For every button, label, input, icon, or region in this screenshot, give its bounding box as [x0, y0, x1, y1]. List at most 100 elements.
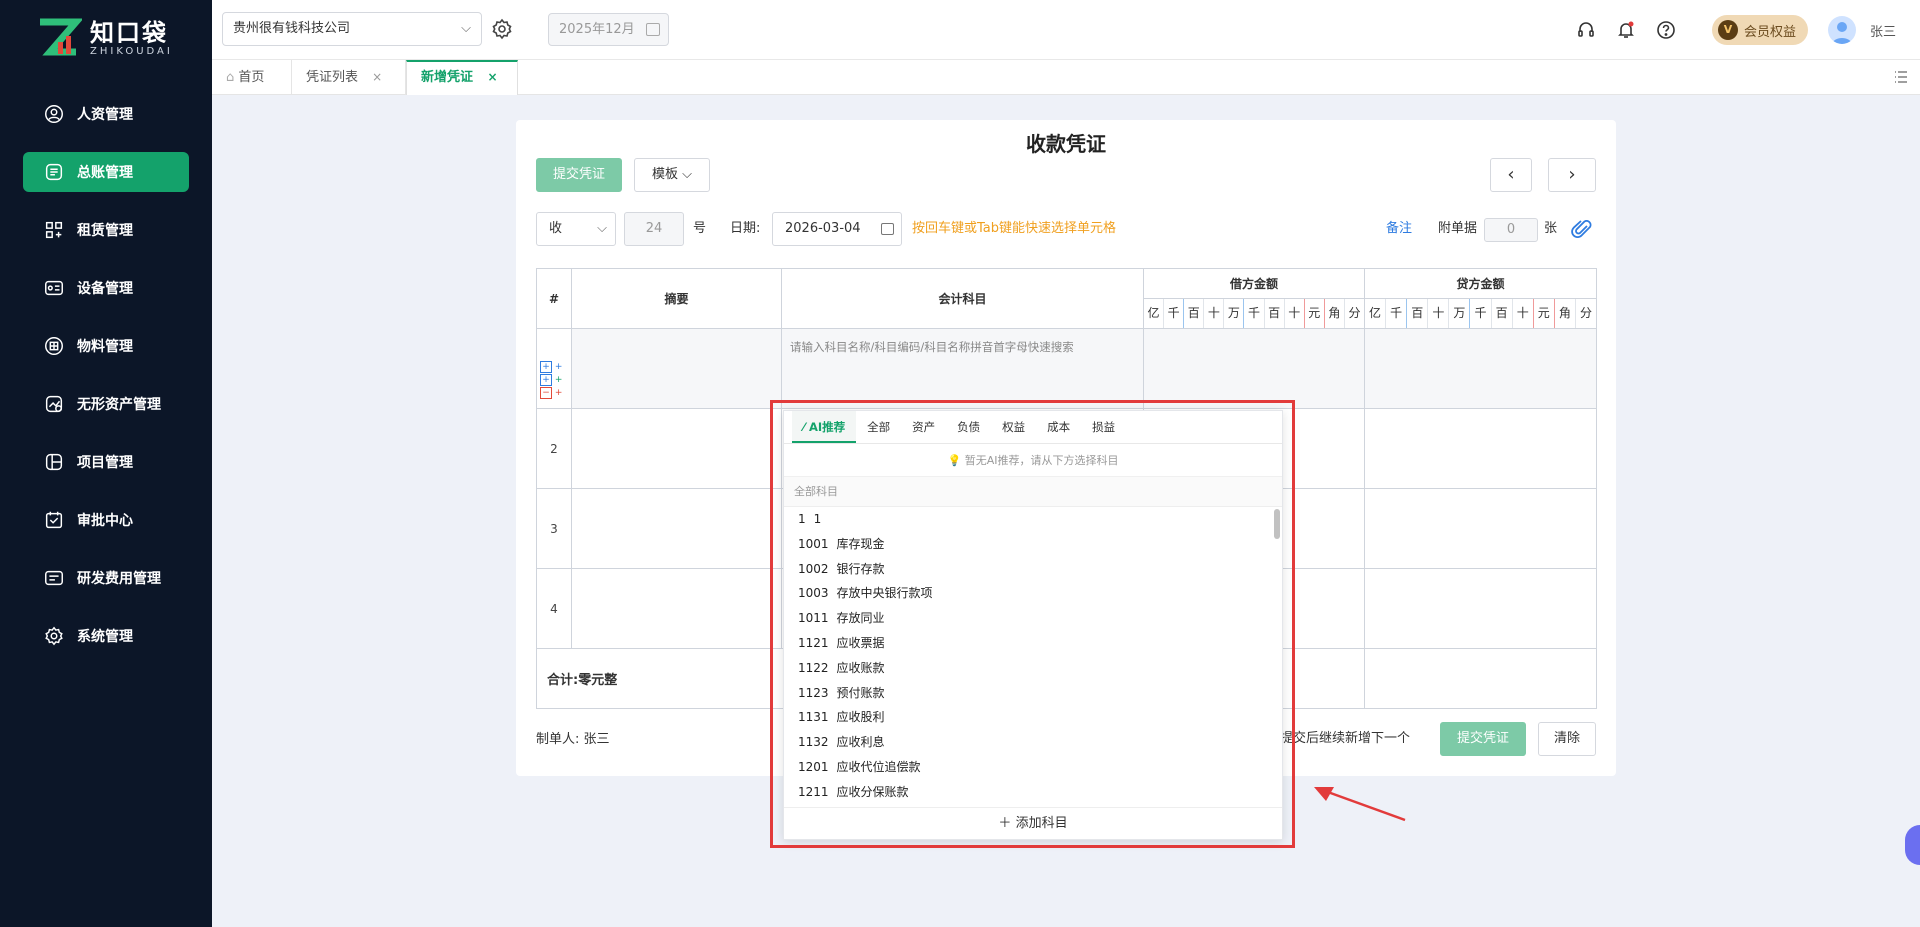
summary-cell[interactable] [571, 488, 782, 569]
sidebar-item-label: 研发费用管理 [77, 571, 161, 587]
period-value: 2025年12月 [559, 22, 635, 37]
page-title: 收款凭证 [1026, 132, 1106, 156]
avatar[interactable] [1827, 16, 1856, 44]
user-icon [45, 105, 63, 123]
voucher-number-input[interactable]: 24 [624, 212, 684, 246]
shortcut-hint: 按回车键或Tab键能快速选择单元格 [912, 221, 1117, 236]
sidebar-item-equipment[interactable]: 设备管理 [23, 268, 189, 308]
gear-icon[interactable] [490, 17, 514, 41]
sidebar-item-label: 租赁管理 [77, 223, 133, 239]
close-icon[interactable]: × [488, 70, 498, 84]
col-debit: 借方金额 [1143, 268, 1365, 299]
number-unit: 号 [693, 221, 707, 236]
sidebar-menu: 人资管理 总账管理 租赁管理 设备管理 物料管理 无形资产管理 项目管理 审批中… [0, 86, 212, 674]
row-number: 3 [536, 488, 572, 569]
row-number: 4 [536, 568, 572, 649]
lease-icon [45, 221, 63, 239]
maker-name: 张三 [583, 732, 610, 747]
tab-label: 首页 [238, 70, 265, 85]
add-row-icon[interactable]: + + [540, 374, 562, 387]
credit-total [1364, 648, 1597, 709]
prev-button[interactable]: ‹ [1490, 158, 1532, 192]
maker: 制单人: 张三 [536, 728, 610, 747]
tab-label: 新增凭证 [421, 70, 474, 85]
summary-cell[interactable] [571, 568, 782, 649]
sidebar-item-intangible[interactable]: 无形资产管理 [23, 384, 189, 424]
list-icon[interactable] [1894, 70, 1908, 84]
sidebar: 知口袋 ZHIKOUDAI 人资管理 总账管理 租赁管理 设备管理 物料管理 无… [0, 0, 212, 927]
chat-icon[interactable] [1905, 825, 1920, 865]
home-icon: ⌂ [226, 70, 235, 85]
rd-expense-icon [45, 570, 63, 586]
credit-cell[interactable] [1364, 568, 1597, 649]
sidebar-item-ledger[interactable]: 总账管理 [23, 152, 189, 192]
attach-count: 0 [1506, 222, 1516, 237]
calendar-icon [646, 23, 660, 36]
period-picker[interactable]: 2025年12月 [548, 13, 669, 46]
sidebar-item-system[interactable]: 系统管理 [23, 616, 189, 656]
voucher-number: 24 [645, 221, 663, 236]
date-label: 日期: [730, 221, 761, 236]
maker-label: 制单人: [536, 732, 580, 747]
top-bar: 贵州很有钱科技公司 ⌵ 2025年12月 V 会员权益 张三 [212, 0, 1920, 60]
summary-cell[interactable] [571, 408, 782, 489]
chevron-right-icon: › [1568, 164, 1576, 185]
attach-count-input[interactable]: 0 [1484, 218, 1538, 242]
template-dropdown[interactable]: 模板 ⌵ [634, 158, 710, 192]
paperclip-icon[interactable] [1570, 218, 1594, 242]
col-account: 会计科目 [781, 268, 1144, 329]
submit-voucher-button-bottom[interactable]: 提交凭证 [1440, 722, 1526, 756]
sidebar-item-approval[interactable]: 审批中心 [23, 500, 189, 540]
credit-cell[interactable] [1364, 328, 1597, 409]
delete-row-icon[interactable]: − + [540, 387, 562, 400]
bell-icon[interactable] [1616, 20, 1636, 40]
vip-label: 会员权益 [1743, 24, 1796, 40]
debit-cell[interactable] [1143, 328, 1365, 409]
tab-bar: ⌂ 首页 凭证列表 × 新增凭证 × [212, 60, 1920, 95]
table-row: + + + + − + 请输入科目名称/科目编码/科目名称拼音首字母快速搜索 [536, 328, 1597, 409]
ledger-icon [45, 163, 63, 181]
attach-label: 附单据 [1438, 221, 1478, 236]
next-button[interactable]: › [1548, 158, 1596, 192]
insert-row-icon[interactable]: + + [540, 361, 562, 374]
voucher-type-select[interactable]: 收 ⌵ [536, 212, 616, 246]
logo[interactable]: 知口袋 ZHIKOUDAI [36, 18, 173, 58]
account-placeholder: 请输入科目名称/科目编码/科目名称拼音首字母快速搜索 [790, 340, 1074, 354]
company-select[interactable]: 贵州很有钱科技公司 ⌵ [222, 12, 482, 46]
username[interactable]: 张三 [1870, 21, 1896, 40]
headset-icon[interactable] [1576, 20, 1596, 40]
credit-cell[interactable] [1364, 408, 1597, 489]
chevron-down-icon: ⌵ [597, 221, 607, 236]
close-icon[interactable]: × [372, 70, 382, 84]
col-summary: 摘要 [571, 268, 782, 329]
sidebar-item-label: 设备管理 [77, 281, 133, 297]
tab-new-voucher[interactable]: 新增凭证 × [406, 60, 518, 95]
date-picker[interactable]: 2026-03-04 [772, 212, 902, 246]
date-value: 2026-03-04 [785, 221, 861, 236]
sidebar-item-hr[interactable]: 人资管理 [23, 94, 189, 134]
highlight-frame [770, 400, 1295, 848]
material-icon [45, 337, 63, 355]
vip-button[interactable]: V 会员权益 [1711, 15, 1808, 45]
project-icon [45, 453, 63, 471]
col-index: # [536, 268, 572, 329]
account-cell[interactable]: 请输入科目名称/科目编码/科目名称拼音首字母快速搜索 [781, 328, 1144, 409]
summary-cell[interactable] [571, 328, 782, 409]
sidebar-item-rd-expense[interactable]: 研发费用管理 [23, 558, 189, 598]
vip-badge-icon: V [1717, 20, 1738, 40]
row-action-icons: + + + + − + [540, 361, 562, 400]
logo-icon [36, 18, 84, 58]
submit-voucher-button[interactable]: 提交凭证 [536, 158, 622, 192]
chevron-down-icon: ⌵ [461, 21, 471, 36]
approval-icon [45, 511, 63, 529]
sidebar-item-lease[interactable]: 租赁管理 [23, 210, 189, 250]
sidebar-item-label: 无形资产管理 [77, 397, 161, 413]
tab-voucher-list[interactable]: 凭证列表 × [292, 60, 406, 95]
clear-button[interactable]: 清除 [1538, 722, 1596, 756]
remark-link[interactable]: 备注 [1386, 212, 1412, 246]
credit-cell[interactable] [1364, 488, 1597, 569]
help-icon[interactable] [1656, 20, 1676, 40]
tab-home[interactable]: ⌂ 首页 [212, 60, 292, 95]
sidebar-item-project[interactable]: 项目管理 [23, 442, 189, 482]
sidebar-item-material[interactable]: 物料管理 [23, 326, 189, 366]
